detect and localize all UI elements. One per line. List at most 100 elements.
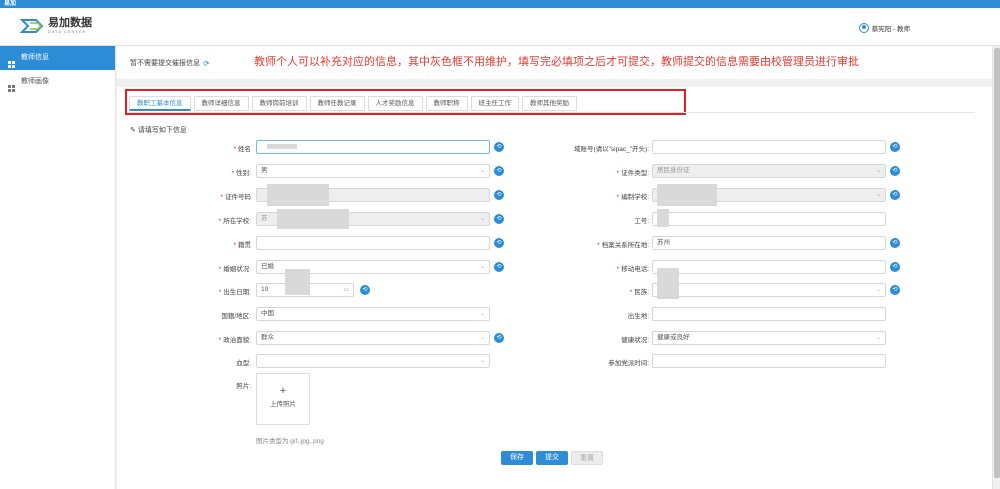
history-icon[interactable]: ⟲ (360, 285, 370, 295)
upload-label: 上传照片 (270, 401, 296, 408)
archive-location-label: * 档案关系所在地: (597, 242, 649, 249)
mobile-label: * 移动电话: (616, 266, 649, 273)
chevron-down-icon: ⌄ (875, 287, 881, 293)
tab-title[interactable]: 教师职称 (425, 96, 468, 111)
political-label: * 政治面貌: (218, 337, 251, 344)
brand-sub: DATA CENTER (48, 29, 87, 34)
user-label: 蔡宪阳 - 教师 (871, 26, 910, 33)
scrollbar[interactable] (992, 46, 1000, 489)
pencil-icon: ✎ (130, 127, 136, 134)
redacted-mask (657, 209, 669, 227)
scrollbar-thumb[interactable] (994, 48, 1000, 478)
tab-bar: 教职工基本信息 教师详细信息 教师岗前培训 教师任教记录 人才奖励信息 教师职称… (129, 96, 580, 111)
id-type-label: * 证件类型: (616, 170, 649, 177)
photo-hint: 图片类型为.gif,.jpg,.png (256, 438, 324, 445)
domain-account-input[interactable] (652, 140, 886, 154)
gender-label: * 性别: (231, 170, 251, 177)
annotation-text: 教师个人可以补充对应的信息，其中灰色框不用维护，填写完必填项之后才可提交，教师提… (254, 56, 859, 68)
tab-head-teacher[interactable]: 班主任工作 (470, 96, 519, 111)
chevron-down-icon: ⌄ (875, 335, 881, 341)
ethnicity-select[interactable]: ⌄ (652, 283, 886, 297)
save-button[interactable]: 保存 (501, 451, 533, 465)
sidebar-item-teacher-info[interactable]: 教师信息 (0, 46, 115, 70)
history-icon[interactable]: ⟲ (494, 333, 504, 343)
sidebar-item-teacher-profile[interactable]: 教师画像 (0, 70, 115, 94)
nationality-label: 国籍/地区: (221, 313, 251, 320)
history-icon[interactable]: ⟲ (494, 190, 504, 200)
birth-date-label: * 出生日期: (218, 289, 251, 296)
main-panel: 暂不需要提交催报信息 ⟳ 教师个人可以补充对应的信息，其中灰色框不用维护，填写完… (117, 46, 992, 489)
id-number-label: * 证件号码 (220, 194, 251, 201)
sidebar-item-label: 教师信息 (21, 54, 49, 61)
photo-label: 照片: (236, 383, 251, 390)
marital-label: * 婚姻状况: (218, 266, 251, 273)
tab-talent-award[interactable]: 人才奖励信息 (367, 96, 423, 111)
plus-icon: + (279, 385, 287, 397)
grid-icon (8, 55, 15, 68)
tab-teaching-record[interactable]: 教师任教记录 (309, 96, 365, 111)
history-icon[interactable]: ⟲ (890, 166, 900, 176)
form-hint: ✎ 请填写如下信息 (130, 125, 187, 135)
history-icon[interactable]: ⟲ (494, 262, 504, 272)
chevron-down-icon: ⌄ (479, 358, 485, 364)
section-gap (117, 79, 992, 87)
top-strip: 易加 (0, 0, 1000, 8)
header: 易加数据 DATA CENTER 蔡宪阳 - 教师 (0, 8, 1000, 46)
native-place-label: * 籍贯 (233, 242, 251, 249)
gender-select[interactable]: 男 ⌄ (256, 164, 490, 178)
form-hint-text: 请填写如下信息 (137, 127, 187, 134)
tab-basic-info[interactable]: 教职工基本信息 (129, 96, 191, 111)
chevron-down-icon: ⌄ (479, 168, 485, 174)
history-icon[interactable]: ⟲ (494, 214, 504, 224)
chevron-down-icon: ⌄ (479, 311, 485, 317)
archive-location-input[interactable]: 苏州 (652, 236, 886, 250)
history-icon[interactable]: ⟲ (494, 238, 504, 248)
reset-button[interactable]: 重置 (571, 451, 603, 465)
photo-upload[interactable]: + 上传照片 (256, 373, 310, 425)
tab-other-award[interactable]: 教师其他奖励 (522, 96, 577, 111)
staffing-school-label: * 编制学校: (616, 194, 649, 201)
redacted-mask (657, 281, 679, 299)
ethnicity-label: * 民族: (629, 289, 649, 296)
blood-type-select[interactable]: ⌄ (256, 354, 490, 368)
party-date-input[interactable] (652, 354, 886, 368)
avatar-icon (858, 23, 869, 33)
history-icon[interactable]: ⟲ (494, 166, 504, 176)
grid-icon (8, 79, 15, 92)
staff-id-input[interactable] (652, 212, 886, 226)
health-label: 健康状况: (621, 337, 649, 344)
brand-logo[interactable]: 易加数据 DATA CENTER (19, 16, 92, 36)
political-select[interactable]: 群众 ⌄ (256, 331, 490, 345)
party-date-label: 参加党派时间: (608, 360, 649, 367)
birthplace-label: 出生地: (627, 313, 649, 320)
logo-icon (19, 16, 46, 36)
tab-detail-info[interactable]: 教师详细信息 (193, 96, 249, 111)
native-place-input[interactable] (256, 236, 490, 250)
redacted-mask (267, 184, 329, 206)
redacted-mask (267, 144, 297, 149)
history-icon[interactable]: ⟲ (890, 190, 900, 200)
tab-underline (127, 112, 975, 113)
user-menu[interactable]: 蔡宪阳 - 教师 (858, 23, 910, 33)
redacted-mask (285, 269, 310, 295)
staff-id-label: 工号: (634, 218, 649, 225)
sidebar: 教师信息 教师画像 (0, 46, 116, 489)
history-icon[interactable]: ⟲ (890, 142, 900, 152)
chevron-down-icon: ⌄ (479, 335, 485, 341)
nationality-select[interactable]: 中国 ⌄ (256, 307, 490, 321)
redacted-mask (657, 184, 717, 206)
history-icon[interactable]: ⟲ (890, 285, 900, 295)
history-icon[interactable]: ⟲ (494, 142, 504, 152)
redacted-mask (277, 209, 349, 229)
history-icon[interactable]: ⟲ (890, 238, 900, 248)
mobile-input[interactable] (652, 260, 886, 274)
id-type-select: 居民身份证 ⌄ (652, 164, 886, 178)
health-select[interactable]: 健康或良好 ⌄ (652, 331, 886, 345)
refresh-icon[interactable]: ⟳ (203, 59, 210, 68)
submit-button[interactable]: 提交 (536, 451, 568, 465)
birthplace-input[interactable] (652, 307, 886, 321)
tab-pre-job-training[interactable]: 教师岗前培训 (251, 96, 307, 111)
school-label: * 所在学校: (218, 218, 251, 225)
history-icon[interactable]: ⟲ (890, 262, 900, 272)
blood-type-label: 血型: (236, 360, 251, 367)
